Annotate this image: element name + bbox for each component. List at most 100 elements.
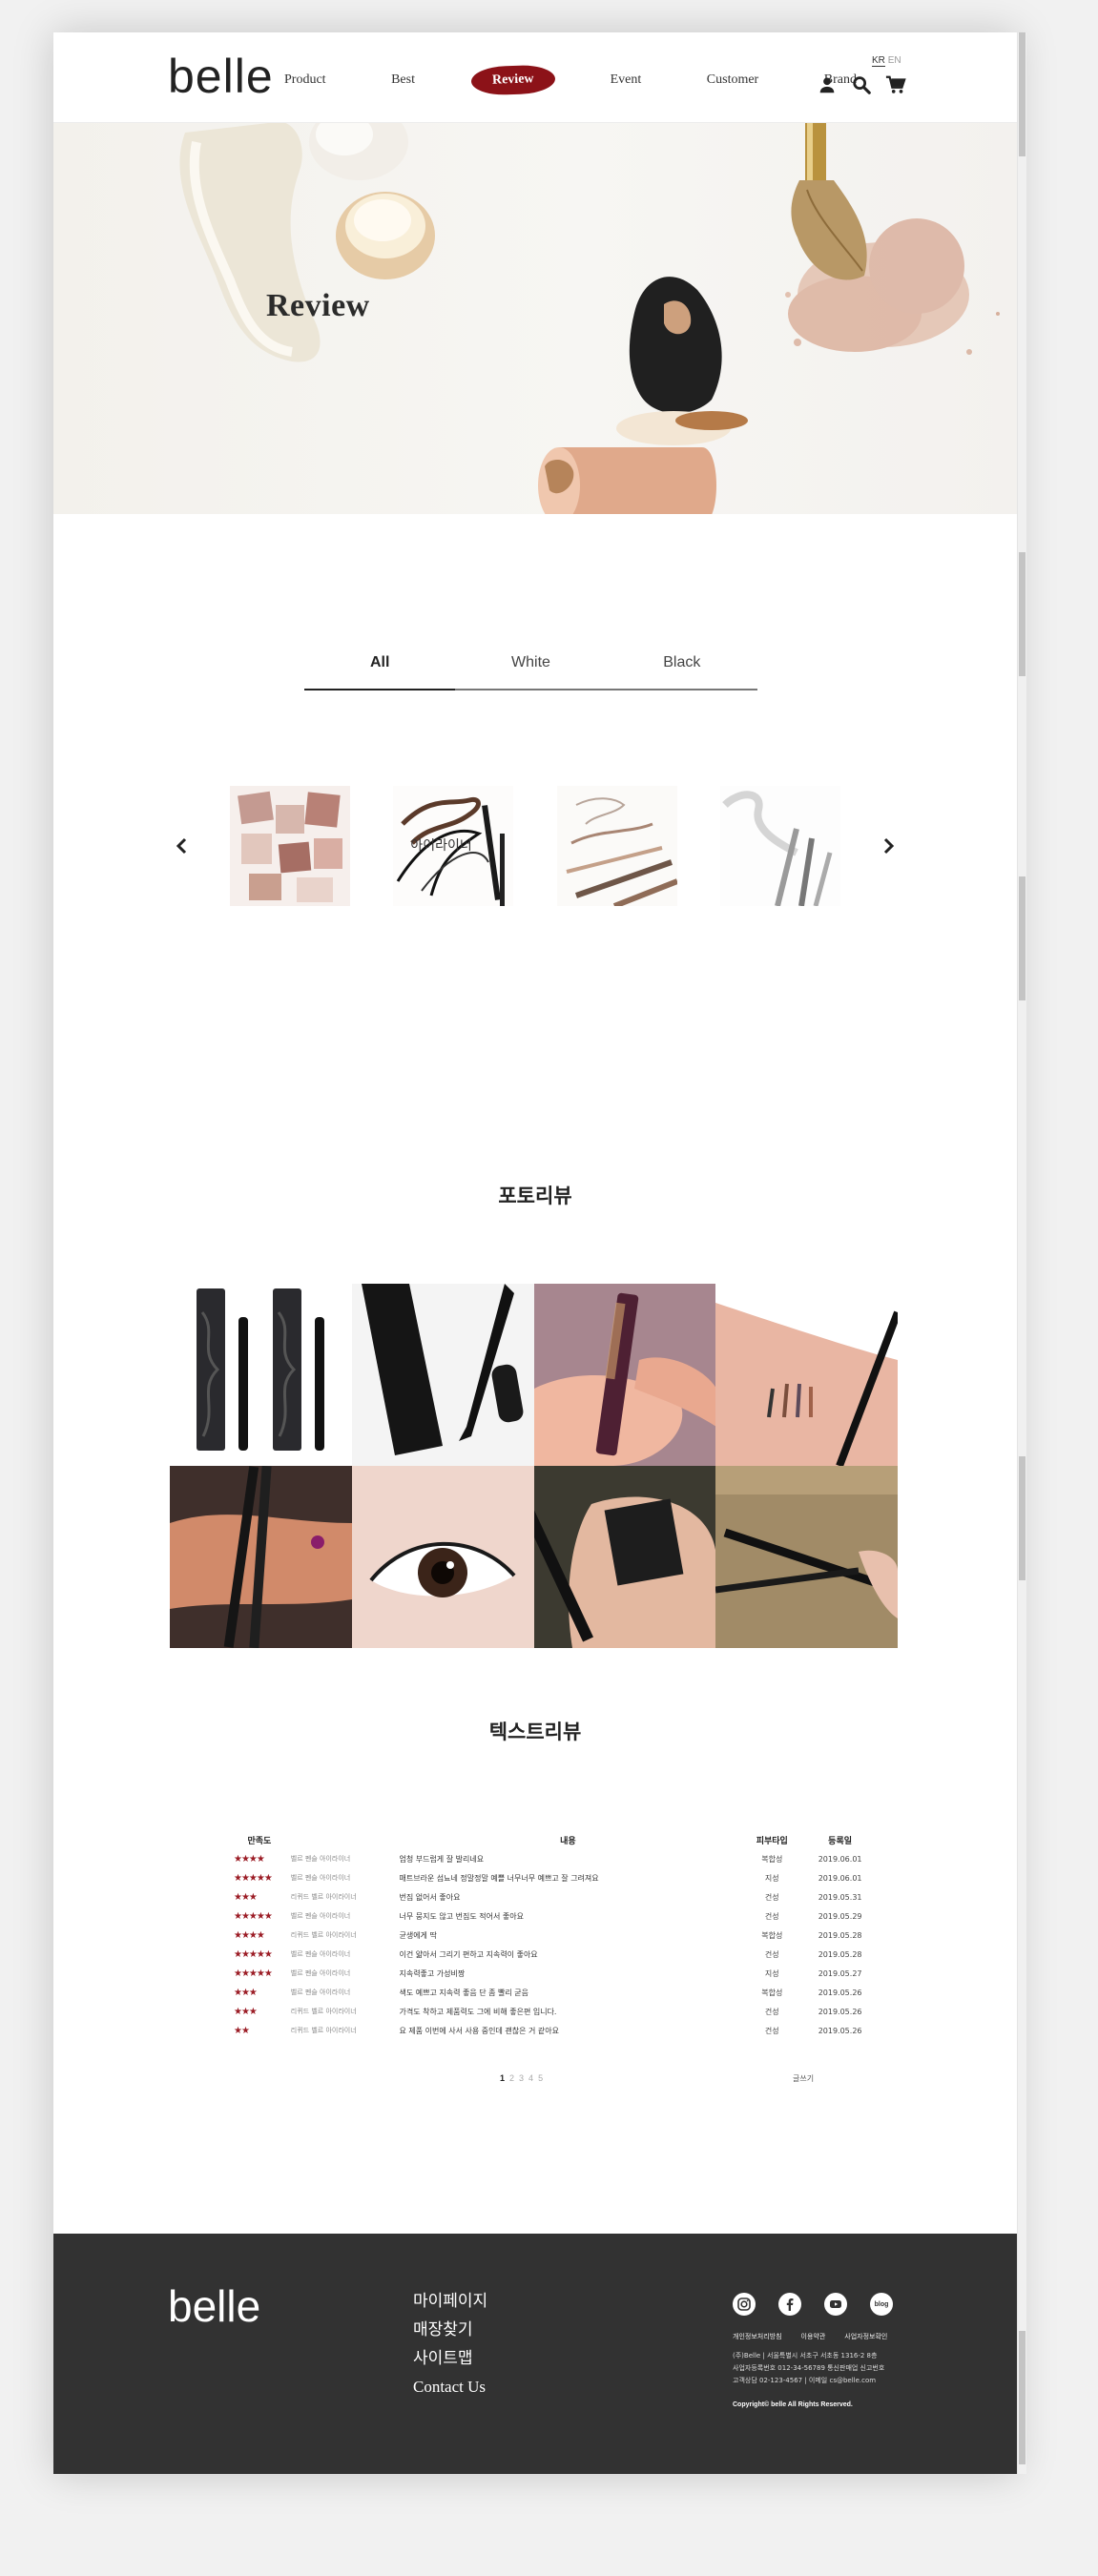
table-row[interactable]: ★★★★★ 벨르 펜슬 아이라이너 이건 얇아서 그리기 편하고 지속력이 좋아요 건… [228,1945,877,1964]
business-info-link[interactable]: 사업자정보확인 [844,2332,887,2341]
review-skin-type: 건성 [764,1911,779,1921]
rating-stars: ★★★ [234,1891,258,1903]
photo-image [170,1284,352,1466]
column-header-rating: 만족도 [247,1836,272,1846]
table-row[interactable]: ★★★★ 벨르 펜슬 아이라이너 엄청 부드럽게 잘 발리네요 복합성 2019.06.… [228,1849,877,1868]
review-product: 리퀴드 벨르 아이라이너 [290,1931,357,1939]
review-content: 매트브라운 섬뇨네 정말정말 예쁠 너무너무 예쁘고 잘 그려져요 [399,1873,599,1883]
table-row[interactable]: ★★★★★ 벨르 펜슬 아이라이너 지속력좋고 가성비짱 지성 2019.05.27 [228,1964,877,1983]
table-row[interactable]: ★★★★★ 벨르 펜슬 아이라이너 매트브라운 섬뇨네 정말정말 예쁠 너무너무 예… [228,1868,877,1887]
slide-eyeliner[interactable]: 아이라이너 [393,786,514,906]
pagination: 12345 [500,2073,543,2083]
user-icon[interactable] [817,74,838,95]
footer-link-store-finder[interactable]: 매장찾기 [413,2319,487,2340]
header-icons [817,74,906,95]
footer-link-mypage[interactable]: 마이페이지 [413,2291,487,2312]
review-skin-type: 건성 [764,2007,779,2016]
table-row[interactable]: ★★ 리퀴드 벨르 아이라이너 요 제품 이번에 사서 사용 중인데 괜찮은 거 같… [228,2021,877,2040]
footer-link-contact[interactable]: Contact Us [413,2377,487,2398]
scrollbar[interactable] [1017,32,1026,2474]
cart-icon[interactable] [885,74,906,95]
scrollbar-thumb[interactable] [1019,876,1025,1000]
nav-item-product[interactable]: Product [275,65,336,95]
scrollbar-thumb[interactable] [1019,1456,1025,1580]
table-row[interactable]: ★★★ 리퀴드 벨르 아이라이너 번짐 없어서 좋아요 건성 2019.05.31 [228,1887,877,1906]
social-links: blog [733,2293,893,2316]
column-header-date: 등록일 [828,1836,853,1846]
photo-liner-box-in-hand[interactable] [533,1466,716,1648]
review-date: 2019.05.27 [818,1968,862,1978]
table-row[interactable]: ★★★ 벨르 펜슬 아이라이너 색도 예쁘고 지속력 좋음 단 좀 빨리 굳음 복합성… [228,1983,877,2002]
instagram-icon[interactable] [733,2293,756,2316]
scrollbar-thumb[interactable] [1019,552,1025,676]
page-link[interactable]: 1 [500,2073,505,2083]
rating-stars: ★★★★★ [234,1968,273,1979]
rating-stars: ★★★★★ [234,1872,273,1884]
review-skin-type: 지성 [764,1968,779,1978]
privacy-policy-link[interactable]: 개인정보처리방침 [733,2332,782,2341]
mascara-image [719,786,840,906]
scrollbar-thumb[interactable] [1019,2331,1025,2464]
slide-mascara[interactable] [719,786,840,906]
nav-item-review[interactable]: Review [470,64,555,96]
table-row[interactable]: ★★★★ 리퀴드 벨르 아이라이너 균생에게 딱 복합성 2019.05.28 [228,1926,877,1945]
hero-banner: Review [53,123,1017,514]
lang-kr[interactable]: KR [872,55,885,67]
rating-stars: ★★★★★ [234,1948,273,1960]
photo-review-grid [170,1284,898,1648]
nav-item-best[interactable]: Best [382,65,425,95]
page-link[interactable]: 5 [538,2073,543,2083]
review-date: 2019.05.26 [818,1988,862,1997]
review-product: 벨르 펜슬 아이라이너 [290,1950,351,1958]
rating-stars: ★★★★ [234,1853,265,1865]
youtube-icon[interactable] [824,2293,847,2316]
product-slider: 아이라이너 [168,786,902,910]
footer: belle 마이페이지 매장찾기 사이트맵 Contact Us blog 개인… [53,2234,1017,2474]
page-link[interactable]: 3 [519,2073,524,2083]
hero-title: Review [266,288,370,323]
photo-eye-closeup[interactable] [351,1466,534,1648]
footer-logo[interactable]: belle [168,2281,260,2331]
nav-item-event[interactable]: Event [601,65,652,95]
review-content: 가격도 착하고 제품력도 그에 비해 좋은편 입니다. [399,2007,557,2016]
tab-white[interactable]: White [455,638,606,689]
chevron-left-icon[interactable] [168,832,197,860]
footer-link-sitemap[interactable]: 사이트맵 [413,2348,487,2369]
company-line: (주)Belle | 서울특별시 서초구 서초동 1316-2 8층 [733,2352,878,2360]
slide-eyeshadow-palette[interactable] [230,786,350,906]
tab-black[interactable]: Black [607,638,757,689]
scrollbar-thumb[interactable] [1019,32,1025,156]
photo-arm-swatch[interactable] [715,1284,898,1466]
terms-link[interactable]: 이용약관 [801,2332,826,2341]
logo[interactable]: belle [168,50,274,103]
review-skin-type: 복합성 [761,1930,783,1940]
table-row[interactable]: ★★★ 리퀴드 벨르 아이라이너 가격도 착하고 제품력도 그에 비해 좋은편 입니… [228,2002,877,2021]
write-review-button[interactable]: 글쓰기 [793,2073,814,2084]
tab-all[interactable]: All [304,638,456,690]
blog-icon[interactable]: blog [870,2293,893,2316]
review-date: 2019.05.26 [818,2026,862,2035]
column-header-skin: 피부타입 [756,1836,788,1846]
photo-kill-brown-liner[interactable] [533,1284,716,1466]
review-content: 색도 예쁘고 지속력 좋음 단 좀 빨리 굳음 [399,1988,529,1997]
eyeshadow-palette-image [230,786,350,906]
chevron-right-icon[interactable] [874,832,902,860]
rating-stars: ★★★ [234,1987,258,1998]
review-skin-type: 건성 [764,1892,779,1902]
review-content: 지속력좋고 가성비짱 [399,1968,466,1978]
photo-eyeliner-pen-box[interactable] [351,1284,534,1466]
review-rows: ★★★★ 벨르 펜슬 아이라이너 엄청 부드럽게 잘 발리네요 복합성 2019.06.… [228,1849,877,2040]
photo-eyeliner-packages[interactable] [170,1284,352,1466]
page-link[interactable]: 4 [528,2073,533,2083]
slide-eyebrow-pencil[interactable] [556,786,677,906]
table-row[interactable]: ★★★★★ 벨르 펜슬 아이라이너 너무 뭉지도 않고 번짐도 적어서 좋아요 건성 2… [228,1906,877,1926]
photo-image [170,1466,352,1648]
photo-liner-pencils-on-wood[interactable] [715,1466,898,1648]
nav-item-customer[interactable]: Customer [697,65,768,95]
page-link[interactable]: 2 [509,2073,514,2083]
photo-hand-liners[interactable] [170,1466,352,1648]
lang-en[interactable]: EN [888,55,901,66]
facebook-icon[interactable] [778,2293,801,2316]
rating-stars: ★★★★★ [234,1910,273,1922]
search-icon[interactable] [851,74,872,95]
